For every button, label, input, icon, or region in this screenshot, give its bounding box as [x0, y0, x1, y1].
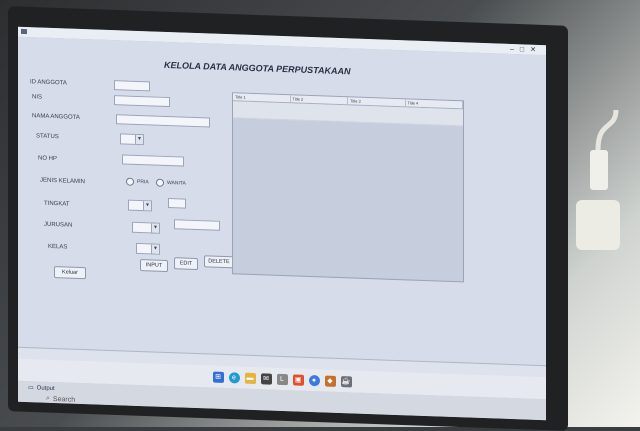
radio-circle-icon — [156, 178, 164, 187]
chevron-down-icon: ▼ — [135, 134, 143, 145]
app-icon — [21, 28, 27, 35]
netbeans-icon[interactable]: ◆ — [324, 374, 336, 387]
search-icon: ⌕ — [46, 394, 50, 402]
label-status: STATUS — [36, 133, 59, 141]
input-button[interactable]: INPUT — [140, 259, 168, 273]
chevron-down-icon: ▼ — [151, 223, 159, 233]
usb-charger-image — [576, 110, 620, 250]
search-box[interactable]: ⌕ Search — [46, 395, 75, 404]
windows-start-icon[interactable]: ⊞ — [212, 371, 224, 383]
radio-circle-icon — [126, 177, 134, 186]
id-anggota-input[interactable] — [114, 80, 150, 92]
nis-input[interactable] — [114, 95, 170, 108]
nama-anggota-input[interactable] — [116, 114, 210, 128]
label-tingkat: TINGKAT — [44, 200, 70, 208]
kelas-combo[interactable]: ▼ — [136, 242, 160, 255]
edge-icon[interactable]: e — [228, 371, 240, 384]
keluar-button[interactable]: Keluar — [54, 266, 86, 280]
radio-wanita[interactable]: WANITA — [156, 178, 186, 188]
laptop-screen: –□✕ KELOLA DATA ANGGOTA PERPUSTAKAAN ID … — [18, 26, 546, 421]
radio-pria[interactable]: PRIA — [126, 177, 149, 187]
no-hp-input[interactable] — [122, 154, 184, 167]
tingkat-extra-field[interactable] — [168, 198, 186, 209]
status-combo[interactable]: ▼ — [120, 133, 144, 146]
window-controls[interactable]: –□✕ — [510, 45, 542, 54]
mail-icon[interactable]: ✉ — [260, 372, 272, 385]
file-explorer-icon[interactable]: ▬ — [244, 372, 256, 384]
chevron-down-icon: ▼ — [143, 201, 151, 211]
label-jurusan: JURUSAN — [44, 221, 73, 229]
output-window-icon: ▭ — [28, 385, 34, 392]
label-id-anggota: ID ANGGOTA — [30, 79, 67, 87]
label-nama-anggota: NAMA ANGGOTA — [32, 113, 80, 121]
members-table[interactable]: Title 1 Title 2 Title 3 Title 4 — [232, 92, 464, 283]
app-l-icon[interactable]: L — [276, 373, 288, 385]
jurusan-text-field[interactable] — [174, 219, 220, 231]
label-kelas: KELAS — [48, 243, 68, 251]
edit-button[interactable]: EDIT — [174, 257, 198, 271]
chevron-down-icon: ▼ — [151, 244, 159, 254]
office-icon[interactable]: ▣ — [292, 373, 304, 386]
delete-button[interactable]: DELETE — [204, 255, 234, 269]
coffee-icon[interactable]: ☕ — [340, 375, 352, 387]
output-tab[interactable]: ▭ Output — [28, 384, 55, 392]
chrome-icon[interactable]: ● — [308, 374, 320, 386]
label-nis: NIS — [32, 94, 43, 101]
page-title: KELOLA DATA ANGGOTA PERPUSTAKAAN — [164, 59, 351, 77]
label-jenis-kelamin: JENIS KELAMIN — [40, 177, 86, 186]
tingkat-combo[interactable]: ▼ — [128, 199, 152, 212]
label-no-hp: NO HP — [38, 155, 58, 163]
jurusan-combo[interactable]: ▼ — [132, 221, 160, 234]
member-form: KELOLA DATA ANGGOTA PERPUSTAKAAN ID ANGG… — [18, 36, 546, 366]
